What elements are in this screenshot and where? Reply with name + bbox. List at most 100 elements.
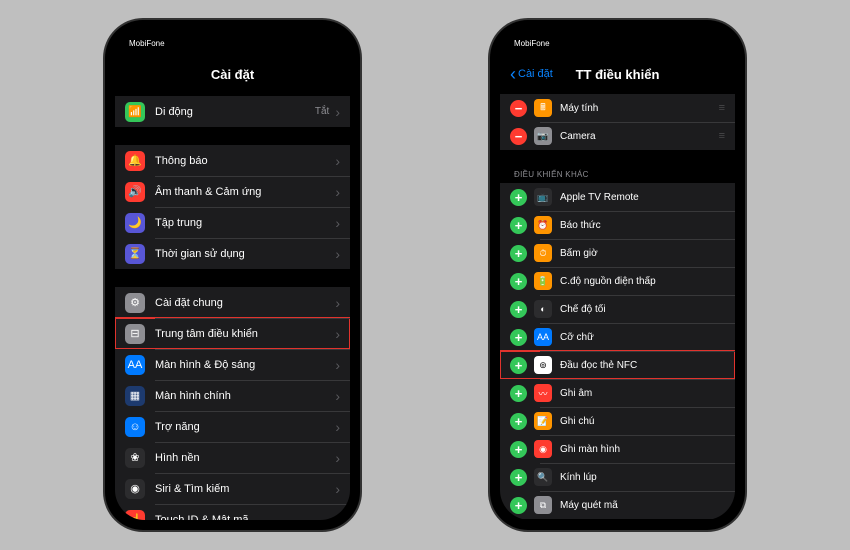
remove-button[interactable]: − xyxy=(510,100,527,117)
row-text-size[interactable]: +AACỡ chữ xyxy=(500,323,735,351)
row-display-icon: AA xyxy=(125,355,145,375)
remove-button[interactable]: − xyxy=(510,128,527,145)
row-accessibility-icon: ☺ xyxy=(125,417,145,437)
row-low-power[interactable]: +🔋C.độ nguồn điện thấp xyxy=(500,267,735,295)
row-camera-icon: 📷 xyxy=(534,127,552,145)
row-sounds[interactable]: 🔊Âm thanh & Cảm ứng› xyxy=(115,176,350,207)
add-button[interactable]: + xyxy=(510,245,527,262)
row-general-label: Cài đặt chung xyxy=(155,297,335,309)
row-voice-memo-label: Ghi âm xyxy=(560,388,725,399)
row-screen-record-label: Ghi màn hình xyxy=(560,444,725,455)
row-stopwatch[interactable]: +⏱Bấm giờ xyxy=(500,239,735,267)
add-button[interactable]: + xyxy=(510,189,527,206)
row-general-icon: ⚙ xyxy=(125,293,145,313)
back-button[interactable]: Cài đặt xyxy=(510,64,553,85)
row-stopwatch-icon: ⏱ xyxy=(534,244,552,262)
row-calculator-icon: 🖩 xyxy=(534,99,552,117)
row-camera-label: Camera xyxy=(560,131,719,142)
row-magnifier-label: Kính lúp xyxy=(560,472,725,483)
row-low-power-label: C.độ nguồn điện thấp xyxy=(560,276,725,287)
add-button[interactable]: + xyxy=(510,217,527,234)
add-button[interactable]: + xyxy=(510,273,527,290)
settings-list[interactable]: 📶Di độngTắt›🔔Thông báo›🔊Âm thanh & Cảm ứ… xyxy=(115,92,350,520)
row-touchid[interactable]: ☝Touch ID & Mật mã› xyxy=(115,504,350,520)
row-screentime-icon: ⏳ xyxy=(125,244,145,264)
phone-right: MobiFone Cài đặt TT điều khiển −🖩Máy tín… xyxy=(490,20,745,530)
row-focus-icon: 🌙 xyxy=(125,213,145,233)
drag-handle-icon[interactable]: ≡ xyxy=(719,130,725,142)
row-magnifier[interactable]: +🔍Kính lúp xyxy=(500,463,735,491)
row-voice-memo[interactable]: + 〰 Ghi âm xyxy=(500,379,735,407)
control-center-list[interactable]: −🖩Máy tính≡−📷Camera≡ĐIỀU KHIỂN KHÁC+📺App… xyxy=(500,92,735,520)
row-notifications-icon: 🔔 xyxy=(125,151,145,171)
add-button[interactable]: + xyxy=(510,301,527,318)
row-control-center[interactable]: ⊟ Trung tâm điều khiển› xyxy=(115,318,350,349)
row-siri-icon: ◉ xyxy=(125,479,145,499)
row-notes[interactable]: +📝Ghi chú xyxy=(500,407,735,435)
nav-bar: Cài đặt xyxy=(115,56,350,92)
nav-bar: Cài đặt TT điều khiển xyxy=(500,56,735,92)
row-notifications-label: Thông báo xyxy=(155,155,335,167)
add-button[interactable]: + xyxy=(510,497,527,514)
row-sounds-label: Âm thanh & Cảm ứng xyxy=(155,186,335,198)
chevron-icon: › xyxy=(335,246,340,262)
chevron-icon: › xyxy=(335,184,340,200)
carrier-label: MobiFone xyxy=(514,39,550,48)
row-touchid-icon: ☝ xyxy=(125,510,145,521)
row-apple-tv[interactable]: +📺Apple TV Remote xyxy=(500,183,735,211)
add-button[interactable]: + xyxy=(510,413,527,430)
row-mobile-icon: 📶 xyxy=(125,102,145,122)
row-control-center-label: Trung tâm điều khiển xyxy=(155,328,335,340)
row-siri-label: Siri & Tìm kiếm xyxy=(155,483,335,495)
chevron-icon: › xyxy=(335,357,340,373)
row-accessibility[interactable]: ☺Trợ năng› xyxy=(115,411,350,442)
add-button[interactable]: + xyxy=(510,357,527,374)
row-screentime[interactable]: ⏳ Thời gian sử dụng› xyxy=(115,238,350,269)
row-dark-mode-icon: ◐ xyxy=(534,300,552,318)
screen-control-center: MobiFone Cài đặt TT điều khiển −🖩Máy tín… xyxy=(500,30,735,520)
row-code-scanner[interactable]: +⧉Máy quét mã xyxy=(500,491,735,519)
notch xyxy=(178,20,288,42)
row-alarm-icon: ⏰ xyxy=(534,216,552,234)
notch xyxy=(563,20,673,42)
row-focus[interactable]: 🌙Tập trung› xyxy=(115,207,350,238)
row-screentime-label: Thời gian sử dụng xyxy=(155,248,335,260)
add-button[interactable]: + xyxy=(510,385,527,402)
row-mobile-label: Di động xyxy=(155,106,315,118)
add-button[interactable]: + xyxy=(510,469,527,486)
row-nfc-icon: ⊚ xyxy=(534,356,552,374)
row-code-scanner-label: Máy quét mã xyxy=(560,500,725,511)
row-notifications[interactable]: 🔔Thông báo› xyxy=(115,145,350,176)
row-home[interactable]: ▦Màn hình chính› xyxy=(115,380,350,411)
row-alarm[interactable]: + ⏰ Báo thức xyxy=(500,211,735,239)
row-nfc-label: Đầu đọc thẻ NFC xyxy=(560,360,725,371)
row-home-label: Màn hình chính xyxy=(155,390,335,402)
row-touchid-label: Touch ID & Mật mã xyxy=(155,514,335,521)
row-dark-mode[interactable]: + ◐ Chế độ tối xyxy=(500,295,735,323)
chevron-icon: › xyxy=(335,481,340,497)
row-mobile[interactable]: 📶Di độngTắt› xyxy=(115,96,350,127)
row-camera[interactable]: −📷 Camera≡ xyxy=(500,122,735,150)
phone-left: MobiFone Cài đặt 📶Di độngTắt›🔔Thông báo›… xyxy=(105,20,360,530)
row-calculator[interactable]: −🖩Máy tính≡ xyxy=(500,94,735,122)
drag-handle-icon[interactable]: ≡ xyxy=(719,102,725,114)
row-alarm-label: Báo thức xyxy=(560,220,725,231)
add-button[interactable]: + xyxy=(510,441,527,458)
row-nfc[interactable]: + ⊚ Đầu đọc thẻ NFC xyxy=(500,351,735,379)
chevron-icon: › xyxy=(335,215,340,231)
row-general[interactable]: ⚙ Cài đặt chung› xyxy=(115,287,350,318)
chevron-icon: › xyxy=(335,295,340,311)
add-button[interactable]: + xyxy=(510,329,527,346)
row-screen-record[interactable]: +◉Ghi màn hình xyxy=(500,435,735,463)
row-dark-mode-label: Chế độ tối xyxy=(560,304,725,315)
row-wallpaper[interactable]: ❀Hình nền› xyxy=(115,442,350,473)
row-wallpaper-icon: ❀ xyxy=(125,448,145,468)
row-control-center-icon: ⊟ xyxy=(125,324,145,344)
row-display[interactable]: AAMàn hình & Độ sáng› xyxy=(115,349,350,380)
row-notes-label: Ghi chú xyxy=(560,416,725,427)
row-home-icon: ▦ xyxy=(125,386,145,406)
row-voice-memo-icon: 〰 xyxy=(534,384,552,402)
row-siri[interactable]: ◉ Siri & Tìm kiếm› xyxy=(115,473,350,504)
row-text-size-label: Cỡ chữ xyxy=(560,332,725,343)
chevron-icon: › xyxy=(335,326,340,342)
